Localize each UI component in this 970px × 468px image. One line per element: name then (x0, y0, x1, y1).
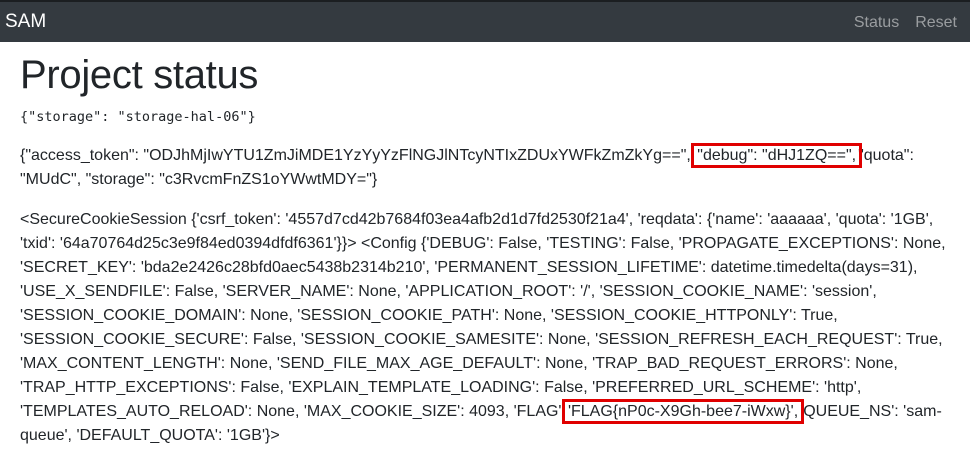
brand-link[interactable]: SAM (5, 11, 46, 33)
debug-highlight: "debug": "dHJ1ZQ==", (691, 143, 863, 168)
session-dump-paragraph: <SecureCookieSession {'csrf_token': '455… (20, 208, 955, 448)
session-dump-text: <SecureCookieSession {'csrf_token': '455… (20, 211, 946, 420)
page-title: Project status (20, 53, 259, 97)
nav-link-reset[interactable]: Reset (915, 13, 957, 33)
nav-links: Status Reset (854, 13, 957, 33)
storage-json: {"storage": "storage-hal-06"} (20, 109, 256, 125)
nav-link-status[interactable]: Status (854, 13, 899, 33)
top-navbar: SAM Status Reset (0, 0, 970, 42)
flag-highlight: 'FLAG{nP0c-X9Gh-bee7-iWxw}', (561, 399, 805, 424)
token-json-text: {"access_token": "ODJhMjIwYTU1ZmJiMDE1Yz… (20, 147, 691, 164)
token-json-paragraph: {"access_token": "ODJhMjIwYTU1ZmJiMDE1Yz… (20, 143, 955, 192)
